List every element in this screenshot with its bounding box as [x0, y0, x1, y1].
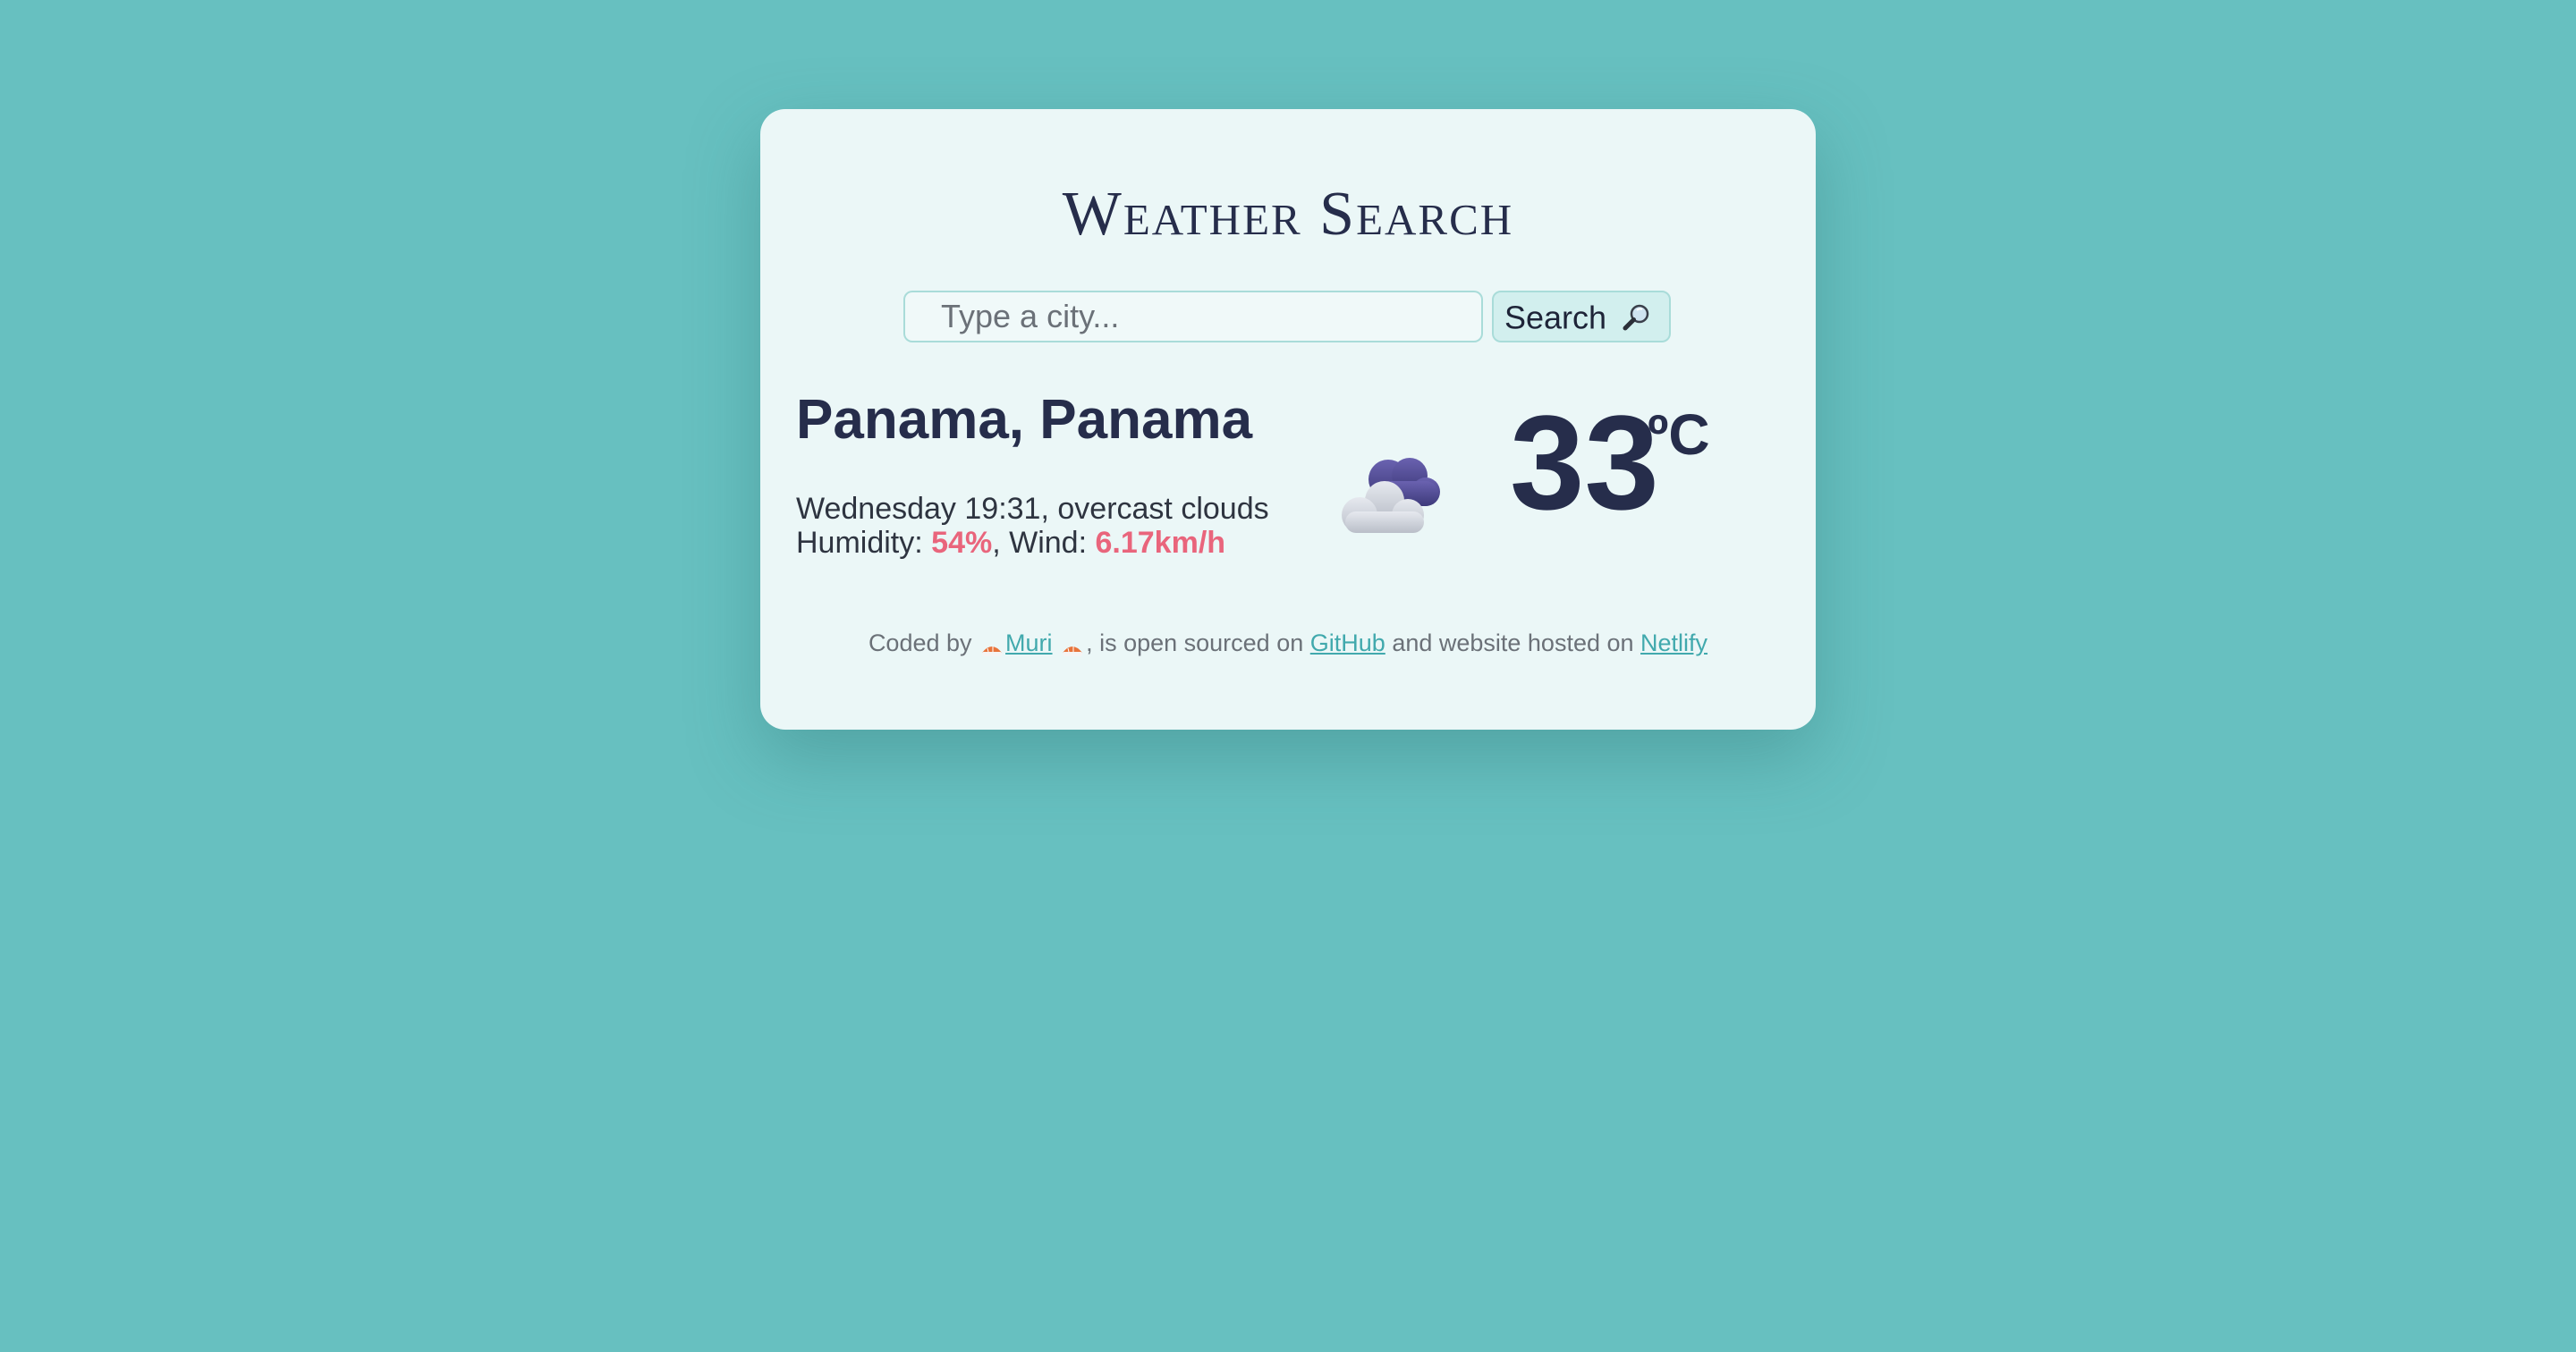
- temperature-value: 33: [1510, 387, 1659, 537]
- sushi-icon: [1061, 637, 1084, 656]
- author-link[interactable]: Muri: [1005, 630, 1053, 656]
- page-title: Weather Search: [1062, 180, 1514, 249]
- humidity-label: Humidity:: [796, 526, 923, 560]
- city-name: Panama, Panama: [796, 389, 1253, 451]
- netlify-link[interactable]: Netlify: [1640, 630, 1707, 656]
- sushi-icon: [980, 637, 1004, 656]
- footer: Coded by Muri , is open sourced on GitHu…: [760, 630, 1816, 657]
- footer-open-sourced: , is open sourced on: [1086, 630, 1304, 656]
- city-search-input[interactable]: [903, 291, 1483, 342]
- github-link[interactable]: GitHub: [1310, 630, 1385, 656]
- date-description-line: Wednesday 19:31, overcast clouds: [796, 492, 1269, 526]
- wind-label: Wind:: [1009, 526, 1088, 560]
- search-button-label: Search: [1504, 299, 1607, 336]
- weather-description: overcast clouds: [1057, 492, 1269, 526]
- humidity-wind-line: Humidity: 54%, Wind: 6.17km/h: [796, 526, 1226, 560]
- humidity-value: 54%: [931, 526, 993, 560]
- weather-details: Wednesday 19:31, overcast clouds Humidit…: [796, 492, 1269, 560]
- weather-card: Weather Search Search Panama, Panama Wed…: [760, 109, 1816, 730]
- temperature-unit[interactable]: ºC: [1648, 406, 1710, 463]
- search-button[interactable]: Search: [1492, 291, 1671, 342]
- wind-value: 6.17km/h: [1095, 526, 1226, 560]
- magnifying-glass-icon: [1621, 301, 1653, 334]
- footer-hosted-on: and website hosted on: [1392, 630, 1634, 656]
- search-form: Search: [903, 291, 1673, 344]
- overcast-clouds-icon: [1333, 436, 1458, 544]
- day-time: Wednesday 19:31: [796, 492, 1041, 526]
- footer-coded-by: Coded by: [868, 630, 972, 656]
